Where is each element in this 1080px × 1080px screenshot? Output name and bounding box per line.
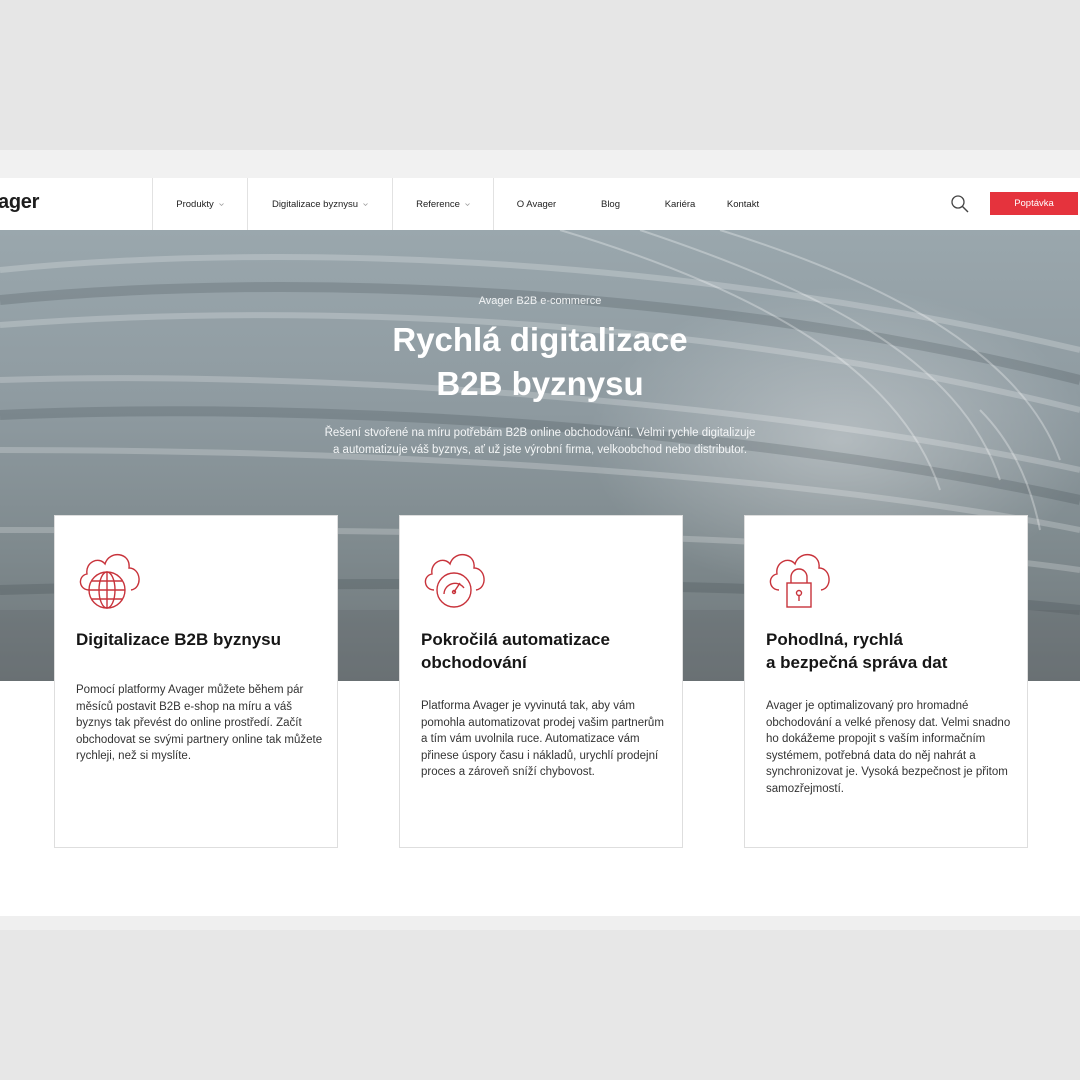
nav-item-blog[interactable]: Blog — [579, 178, 642, 230]
card-text: Platforma Avager je vyvinutá tak, aby vá… — [421, 700, 664, 778]
feature-card-automatizace: Pokročilá automatizace obchodování Platf… — [399, 515, 683, 848]
nav-item-kariera[interactable]: Kariéra — [642, 178, 718, 230]
website-frame: ager Produkty Digitalizace byznysu Refer… — [0, 178, 1080, 916]
nav-item-reference[interactable]: Reference — [392, 178, 493, 230]
chevron-down-icon — [218, 202, 224, 207]
main-nav: Produkty Digitalizace byznysu Reference … — [152, 178, 768, 230]
chevron-down-icon — [465, 202, 470, 207]
card-title-line: Pokročilá automatizace — [421, 630, 610, 649]
hero-title-line: B2B byznysu — [436, 365, 644, 402]
backdrop-top — [0, 0, 1080, 150]
search-icon[interactable] — [950, 194, 970, 214]
backdrop-bottom-strip — [0, 916, 1080, 930]
card-title: Pokročilá automatizace obchodování — [421, 628, 671, 674]
card-title-line: Pohodlná, rychlá — [766, 630, 903, 649]
hero-description-line: a automatizuje váš byznys, ať už jste vý… — [332, 444, 748, 456]
card-text: Pomocí platformy Avager můžete během pár… — [76, 684, 323, 762]
site-header: ager Produkty Digitalizace byznysu Refer… — [0, 178, 1080, 230]
backdrop-bottom — [0, 916, 1080, 1080]
logo[interactable]: ager — [0, 191, 39, 214]
card-title-line: obchodování — [421, 653, 527, 672]
nav-item-kontakt[interactable]: Kontakt — [718, 178, 768, 230]
nav-label: O Avager — [516, 198, 557, 210]
backdrop-strip — [0, 150, 1080, 178]
hero-title: Rychlá digitalizace B2B byznysu — [0, 318, 1080, 406]
hero-description-line: Řešení stvořené na míru potřebám B2B onl… — [324, 427, 756, 439]
nav-item-digitalizace-byznysu[interactable]: Digitalizace byznysu — [247, 178, 392, 230]
card-title-line: Digitalizace B2B byznysu — [76, 630, 282, 649]
nav-label: Kontakt — [726, 198, 760, 210]
cloud-globe-icon — [75, 546, 143, 610]
card-title: Digitalizace B2B byznysu — [76, 628, 326, 651]
nav-item-produkty[interactable]: Produkty — [152, 178, 247, 230]
card-text: Avager je optimalizovaný pro hromadné ob… — [766, 700, 1011, 795]
card-title-line: a bezpečná správa dat — [766, 653, 948, 672]
nav-label: Reference — [416, 198, 460, 210]
nav-label: Produkty — [176, 198, 214, 210]
chevron-down-icon — [363, 202, 368, 207]
cloud-lock-icon — [765, 546, 833, 610]
cloud-gauge-icon — [420, 546, 488, 610]
nav-item-o-avager[interactable]: O Avager — [493, 178, 579, 230]
feature-card-digitalizace: Digitalizace B2B byznysu Pomocí platform… — [54, 515, 338, 848]
hero-description: Řešení stvořené na míru potřebám B2B onl… — [290, 425, 790, 459]
hero-kicker: Avager B2B e-commerce — [478, 295, 602, 307]
feature-card-sprava-dat: Pohodlná, rychlá a bezpečná správa dat A… — [744, 515, 1028, 848]
card-title: Pohodlná, rychlá a bezpečná správa dat — [766, 628, 1016, 674]
poptavka-button[interactable]: Poptávka — [990, 192, 1078, 215]
nav-label: Blog — [600, 198, 620, 210]
hero-title-line: Rychlá digitalizace — [392, 321, 688, 358]
nav-label: Digitalizace byznysu — [271, 198, 359, 210]
nav-label: Kariéra — [664, 198, 696, 210]
